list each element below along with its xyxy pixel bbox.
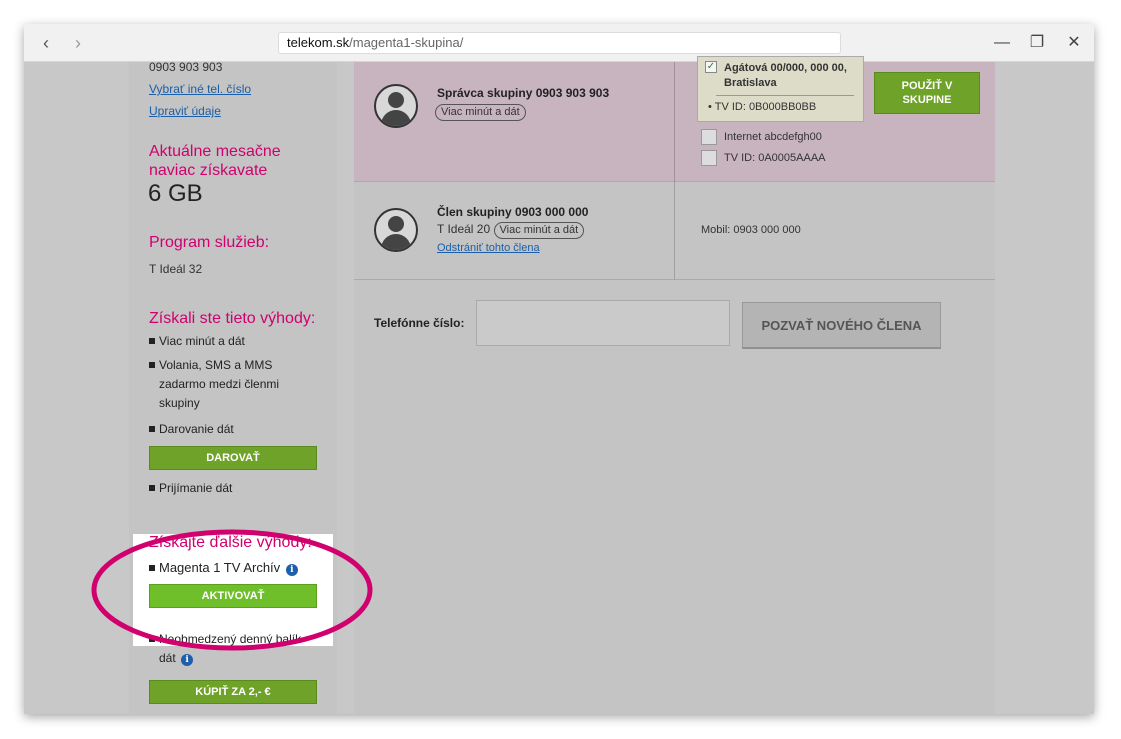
tv-id-selected: • TV ID: 0B000BB0BB: [708, 101, 817, 113]
address-line2: Bratislava: [724, 77, 777, 89]
avatar: [374, 84, 418, 128]
benefits-heading: Získali ste tieto výhody:: [149, 310, 316, 327]
internet-item: Internet abcdefgh00: [724, 131, 822, 143]
monthly-extra-heading-line2: naviac získavate: [149, 162, 268, 179]
benefit-item: Viac minút a dát: [149, 332, 245, 351]
member-title: Člen skupiny 0903 000 000: [437, 205, 589, 219]
benefit-item-cont: zadarmo medzi členmi: [159, 377, 280, 391]
card-divider: [716, 95, 854, 96]
close-icon[interactable]: ✕: [1062, 32, 1086, 54]
program-value: T Ideál 32: [149, 262, 203, 276]
divider: [674, 62, 675, 182]
address-bar[interactable]: telekom.sk/magenta1-skupina/: [278, 32, 841, 54]
program-heading: Program služieb:: [149, 234, 270, 251]
monthly-extra-heading: Aktuálne mesačne naviac získavate: [149, 142, 281, 180]
donate-button[interactable]: DAROVAŤ: [149, 446, 317, 470]
member-pill[interactable]: Viac minút a dát: [493, 222, 585, 239]
use-in-group-button[interactable]: POUŽIŤ V SKUPINE: [874, 72, 980, 114]
member-program-line: T Ideál 20 Viac minút a dát: [437, 222, 585, 239]
phone-label: Telefónne číslo:: [374, 316, 465, 330]
restore-icon[interactable]: ❐: [1025, 32, 1049, 54]
browser-window: ‹ › telekom.sk/magenta1-skupina/ — ❐ ✕ 0…: [24, 24, 1094, 714]
member-row: Člen skupiny 0903 000 000 T Ideál 20 Via…: [354, 182, 995, 280]
remove-member-link[interactable]: Odstrániť tohto člena: [437, 242, 540, 254]
use-in-group-label1: POUŽIŤ V: [901, 80, 953, 92]
admin-pill-label[interactable]: Viac minút a dát: [435, 104, 526, 121]
benefit-item-cont: skupiny: [159, 396, 200, 410]
checkmark-icon[interactable]: ✓: [705, 61, 717, 73]
address-card[interactable]: ✓ Agátová 00/000, 000 00, Bratislava • T…: [697, 56, 864, 122]
choose-other-number-link[interactable]: Vybrať iné tel. číslo: [149, 82, 251, 96]
browser-toolbar: ‹ › telekom.sk/magenta1-skupina/ — ❐ ✕: [24, 24, 1094, 62]
address-line1: Agátová 00/000, 000 00,: [724, 62, 847, 74]
admin-row: Správca skupiny 0903 903 903 Viac minút …: [354, 56, 995, 182]
monthly-extra-heading-line1: Aktuálne mesačne: [149, 143, 281, 160]
sidebar-phone: 0903 903 903: [149, 60, 223, 74]
divider: [674, 182, 675, 280]
url-path: /magenta1-skupina/: [349, 35, 464, 50]
main-panel: Správca skupiny 0903 903 903 Viac minút …: [354, 56, 995, 714]
address: Agátová 00/000, 000 00, Bratislava: [724, 61, 847, 91]
tv-id-item: TV ID: 0A0005AAAA: [724, 152, 826, 164]
member-program: T Ideál 20: [437, 222, 491, 236]
avatar: [374, 208, 418, 252]
member-mobile: Mobil: 0903 000 000: [701, 224, 801, 236]
monthly-extra-value: 6 GB: [148, 180, 203, 207]
invite-member-button[interactable]: POZVAŤ NOVÉHO ČLENA: [742, 302, 941, 349]
benefit-item: Darovanie dát: [149, 420, 234, 439]
buy-button[interactable]: KÚPIŤ ZA 2,- €: [149, 680, 317, 704]
page-content: 0903 903 903 Vybrať iné tel. číslo Uprav…: [24, 56, 1094, 714]
url-host: telekom.sk: [287, 35, 350, 50]
benefit-item: Prijímanie dát: [149, 479, 232, 498]
admin-pill[interactable]: Viac minút a dát: [435, 102, 526, 121]
use-in-group-label2: SKUPINE: [902, 94, 952, 106]
highlight-ellipse: [91, 529, 373, 651]
internet-checkbox[interactable]: [701, 129, 717, 145]
admin-title: Správca skupiny 0903 903 903: [437, 86, 610, 100]
tv-id-checkbox[interactable]: [701, 150, 717, 166]
back-icon[interactable]: ‹: [36, 33, 56, 53]
benefit-item: Volania, SMS a MMS: [149, 356, 272, 375]
minimize-icon[interactable]: —: [990, 32, 1014, 54]
phone-input[interactable]: [476, 300, 730, 346]
edit-details-link[interactable]: Upraviť údaje: [149, 104, 221, 118]
forward-icon[interactable]: ›: [68, 33, 88, 53]
